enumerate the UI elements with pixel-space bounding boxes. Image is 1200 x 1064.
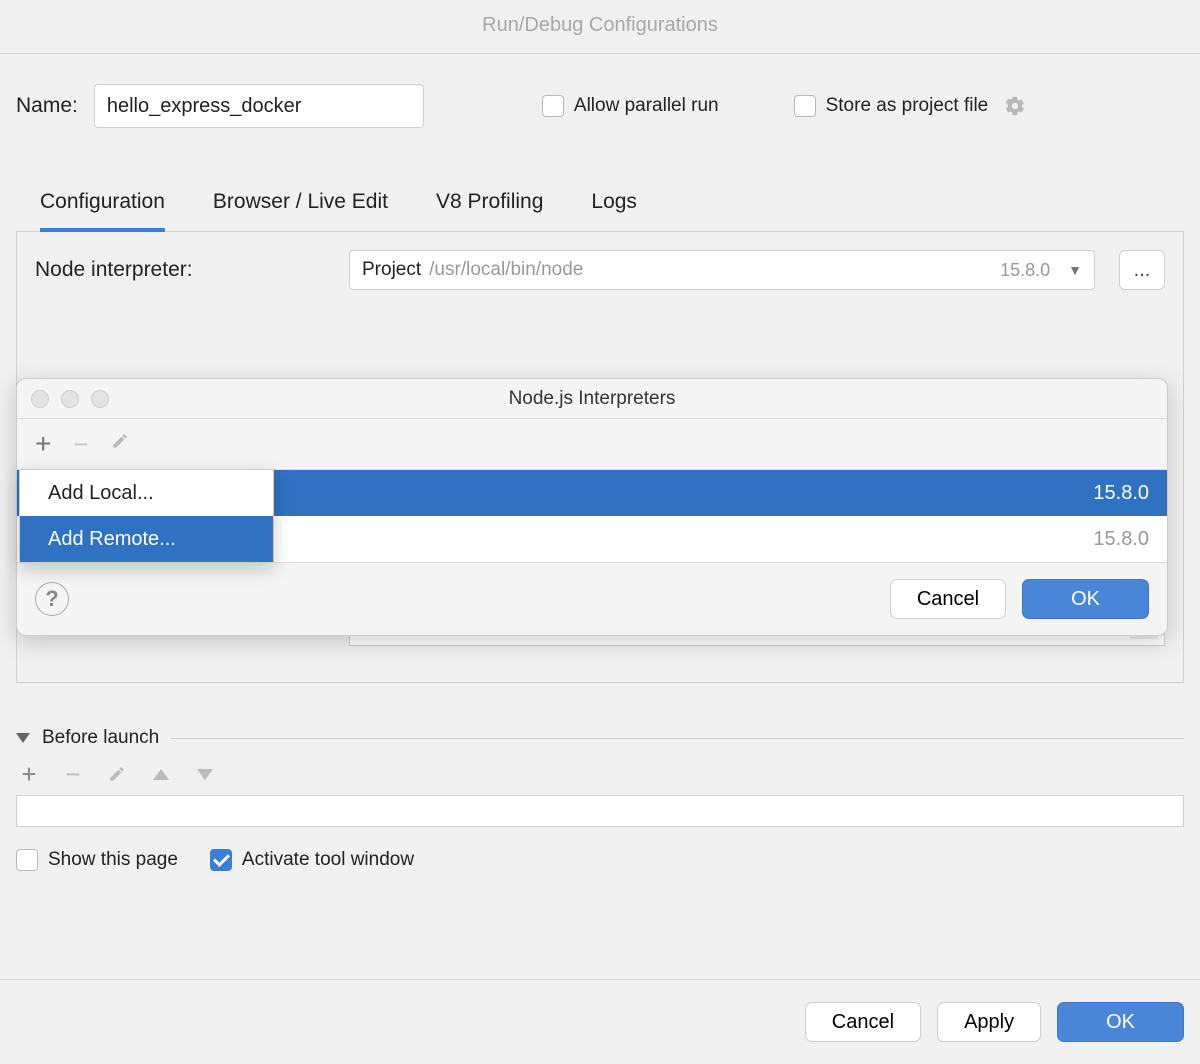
store-project-label: Store as project file (826, 95, 989, 117)
name-input[interactable] (94, 84, 424, 128)
maximize-icon[interactable] (91, 390, 109, 408)
add-local-menuitem[interactable]: Add Local... (20, 470, 273, 516)
minimize-icon[interactable] (61, 390, 79, 408)
before-launch-toolbar (16, 749, 1184, 795)
inner-titlebar: Node.js Interpreters (17, 379, 1167, 419)
interpreter-prefix: Project (362, 259, 421, 281)
activate-tool-label: Activate tool window (242, 849, 414, 871)
allow-parallel-label: Allow parallel run (574, 95, 719, 117)
allow-parallel-checkbox[interactable]: Allow parallel run (542, 95, 719, 117)
remove-icon[interactable] (62, 763, 84, 785)
store-project-checkbox[interactable]: Store as project file (794, 95, 989, 117)
inner-cancel-button[interactable]: Cancel (890, 579, 1006, 619)
interpreters-dialog: Node.js Interpreters in/node 15.8.0 /nod… (16, 378, 1168, 636)
interpreter-row-version: 15.8.0 (1093, 482, 1149, 505)
interpreter-row-version: 15.8.0 (1093, 528, 1149, 551)
edit-interpreter-icon[interactable] (111, 432, 129, 456)
run-debug-dialog: Run/Debug Configurations Name: Allow par… (0, 0, 1200, 1064)
interpreter-row: Node interpreter: Project /usr/local/bin… (35, 250, 1165, 290)
tab-v8-profiling[interactable]: V8 Profiling (436, 182, 543, 231)
inner-toolbar (17, 419, 1167, 469)
activate-tool-checkbox[interactable]: Activate tool window (210, 849, 414, 871)
tab-logs[interactable]: Logs (591, 182, 637, 231)
show-page-checkbox[interactable]: Show this page (16, 849, 178, 871)
add-interpreter-menu: Add Local... Add Remote... (19, 469, 274, 563)
name-label: Name: (16, 94, 78, 118)
chevron-down-icon: ▼ (1068, 262, 1082, 278)
interpreter-path: /usr/local/bin/node (429, 259, 583, 281)
gear-icon[interactable] (1004, 95, 1026, 117)
checkbox-icon (16, 849, 38, 871)
inner-ok-button[interactable]: OK (1022, 579, 1149, 619)
inner-footer: ? Cancel OK (17, 563, 1167, 635)
close-icon[interactable] (31, 390, 49, 408)
add-remote-menuitem[interactable]: Add Remote... (20, 516, 273, 562)
footer: Cancel Apply OK (0, 979, 1200, 1064)
edit-icon[interactable] (106, 763, 128, 785)
tab-browser-live-edit[interactable]: Browser / Live Edit (213, 182, 388, 231)
name-row: Name: Allow parallel run Store as projec… (16, 54, 1184, 140)
tabs: Configuration Browser / Live Edit V8 Pro… (16, 140, 1184, 232)
bottom-checks: Show this page Activate tool window (16, 827, 1184, 893)
dialog-title: Run/Debug Configurations (0, 0, 1200, 54)
tab-configuration[interactable]: Configuration (40, 182, 165, 232)
interpreter-combo[interactable]: Project /usr/local/bin/node 15.8.0 ▼ (349, 250, 1095, 290)
help-icon[interactable]: ? (35, 582, 69, 616)
interpreter-label: Node interpreter: (35, 258, 325, 282)
checkbox-icon (794, 95, 816, 117)
dialog-content: Name: Allow parallel run Store as projec… (0, 54, 1200, 979)
move-up-icon[interactable] (150, 763, 172, 785)
before-launch-header[interactable]: Before launch (16, 727, 1184, 749)
cancel-button[interactable]: Cancel (805, 1002, 921, 1042)
disclosure-triangle-icon (16, 733, 30, 743)
checkbox-icon (542, 95, 564, 117)
interpreter-version: 15.8.0 (1000, 260, 1050, 281)
move-down-icon[interactable] (194, 763, 216, 785)
remove-interpreter-icon[interactable] (73, 429, 88, 460)
before-launch-list[interactable] (16, 795, 1184, 827)
apply-button[interactable]: Apply (937, 1002, 1041, 1042)
add-interpreter-icon[interactable] (35, 430, 51, 459)
checkbox-icon (210, 849, 232, 871)
show-page-label: Show this page (48, 849, 178, 871)
divider (171, 738, 1184, 739)
before-launch: Before launch (16, 727, 1184, 827)
inner-dialog-title: Node.js Interpreters (17, 388, 1167, 410)
before-launch-label: Before launch (42, 727, 159, 749)
add-icon[interactable] (18, 763, 40, 785)
ok-button[interactable]: OK (1057, 1002, 1184, 1042)
window-controls[interactable] (31, 390, 109, 408)
interpreter-browse-button[interactable]: ... (1119, 250, 1165, 290)
